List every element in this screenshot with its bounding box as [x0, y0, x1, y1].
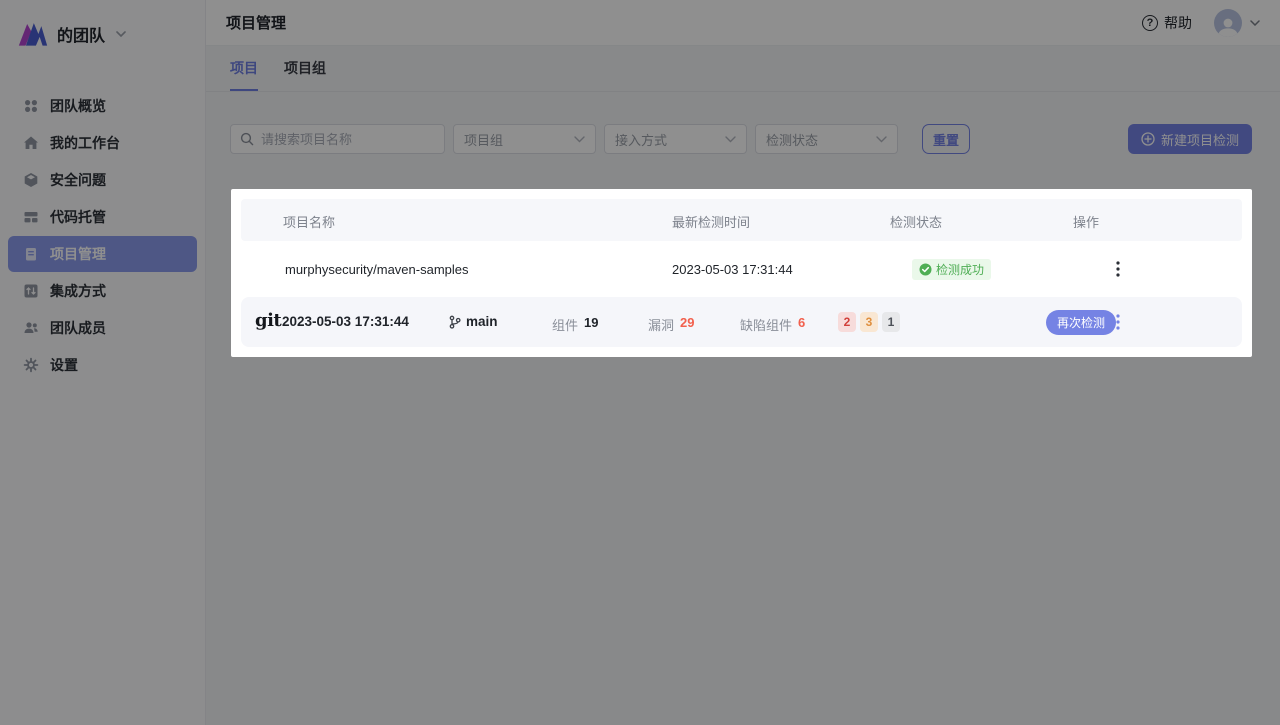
sidebar-item-team-overview[interactable]: 团队概览	[8, 88, 197, 124]
table-header: 项目名称 最新检测时间 检测状态 操作	[241, 199, 1242, 241]
home-icon	[23, 135, 39, 151]
plus-circle-icon	[1141, 132, 1155, 146]
column-actions: 操作	[1073, 212, 1099, 231]
topbar: 项目管理 ? 帮助	[206, 0, 1280, 46]
sidebar-item-label: 团队成员	[50, 318, 106, 338]
topbar-right: ? 帮助	[1142, 9, 1260, 37]
sidebar-item-label: 团队概览	[50, 96, 106, 116]
filter-bar: 项目组 接入方式 检测状态 重置	[230, 124, 1252, 154]
detail-more-actions-icon[interactable]	[1107, 310, 1129, 334]
detail-detection-time: 2023-05-03 17:31:44	[282, 314, 409, 329]
column-detection-status: 检测状态	[890, 212, 942, 231]
status-badge: 检测成功	[912, 259, 991, 280]
severity-badges: 2 3 1	[838, 312, 900, 332]
severity-critical-badge: 2	[838, 312, 856, 332]
table-row[interactable]: murphysecurity/maven-samples 2023-05-03 …	[241, 241, 1242, 297]
chevron-down-icon[interactable]	[1250, 20, 1260, 26]
sidebar-item-team-members[interactable]: 团队成员	[8, 310, 197, 346]
column-latest-detection-time: 最新检测时间	[672, 212, 750, 231]
git-branch-icon	[448, 315, 461, 329]
status-label: 检测成功	[936, 261, 984, 278]
project-search[interactable]	[230, 124, 445, 154]
sidebar: 的团队 团队概览 我的工作台 安全问题	[0, 0, 206, 725]
users-icon	[23, 320, 39, 336]
access-method-select[interactable]: 接入方式	[604, 124, 747, 154]
vulnerabilities-stat: 漏洞 29	[648, 315, 694, 334]
tab-bar: 项目 项目组	[206, 46, 1280, 92]
sidebar-item-label: 集成方式	[50, 281, 106, 301]
sidebar-item-label: 设置	[50, 355, 78, 375]
search-input[interactable]	[261, 132, 435, 147]
branch: main	[448, 314, 498, 329]
layout-icon	[23, 209, 39, 225]
team-switcher[interactable]: 的团队	[0, 0, 205, 48]
grid-icon	[23, 98, 39, 114]
detection-status-select[interactable]: 检测状态	[755, 124, 898, 154]
chevron-down-icon	[876, 136, 887, 143]
chevron-down-icon	[116, 31, 126, 37]
new-detection-label: 新建项目检测	[1161, 130, 1239, 149]
sidebar-nav: 团队概览 我的工作台 安全问题 代码托管	[0, 88, 205, 383]
avatar[interactable]	[1214, 9, 1242, 37]
chevron-down-icon	[574, 136, 585, 143]
branch-name: main	[466, 314, 498, 329]
select-value: 接入方式	[615, 130, 667, 149]
column-project-name: 项目名称	[283, 212, 335, 231]
gear-icon	[23, 357, 39, 373]
defective-components-stat: 缺陷组件 6	[740, 315, 805, 334]
reset-button[interactable]: 重置	[922, 124, 970, 154]
tab-project-groups[interactable]: 项目组	[284, 46, 326, 91]
sidebar-item-settings[interactable]: 设置	[8, 347, 197, 383]
components-stat: 组件 19	[552, 315, 598, 334]
tab-projects[interactable]: 项目	[230, 46, 258, 91]
sidebar-item-project-management[interactable]: 项目管理	[8, 236, 197, 272]
sort-arrows-icon	[23, 283, 39, 299]
page-title: 项目管理	[226, 12, 286, 33]
help-button[interactable]: ? 帮助	[1142, 13, 1192, 33]
chevron-down-icon	[725, 136, 736, 143]
main-content: 项目 项目组 项目组 接入方式	[206, 46, 1280, 725]
sidebar-item-integration[interactable]: 集成方式	[8, 273, 197, 309]
sidebar-item-label: 代码托管	[50, 207, 106, 227]
select-value: 检测状态	[766, 130, 818, 149]
detection-time: 2023-05-03 17:31:44	[672, 262, 793, 277]
murphysec-logo	[18, 20, 48, 48]
sidebar-item-label: 安全问题	[50, 170, 106, 190]
severity-high-badge: 3	[860, 312, 878, 332]
cube-icon	[23, 172, 39, 188]
project-group-select[interactable]: 项目组	[453, 124, 596, 154]
project-name: murphysecurity/maven-samples	[285, 262, 469, 277]
help-label: 帮助	[1164, 13, 1192, 33]
app-root: 的团队 团队概览 我的工作台 安全问题	[0, 0, 1280, 725]
question-circle-icon: ?	[1142, 15, 1158, 31]
search-icon	[240, 132, 254, 146]
project-table: 项目名称 最新检测时间 检测状态 操作 murphysecurity/maven…	[231, 189, 1252, 357]
git-source-label: git	[255, 310, 281, 331]
sidebar-item-label: 我的工作台	[50, 133, 120, 153]
check-circle-icon	[919, 263, 932, 276]
team-name: 的团队	[57, 22, 105, 46]
sidebar-item-label: 项目管理	[50, 244, 106, 264]
severity-low-badge: 1	[882, 312, 900, 332]
detection-detail-row[interactable]: git 2023-05-03 17:31:44 main 组件 19 漏洞 29	[241, 297, 1242, 347]
select-value: 项目组	[464, 130, 503, 149]
clipboard-icon	[23, 246, 39, 262]
sidebar-item-code-hosting[interactable]: 代码托管	[8, 199, 197, 235]
row-more-actions-icon[interactable]	[1107, 257, 1129, 281]
sidebar-item-my-workbench[interactable]: 我的工作台	[8, 125, 197, 161]
rescan-button[interactable]: 再次检测	[1046, 310, 1116, 335]
sidebar-item-security-issues[interactable]: 安全问题	[8, 162, 197, 198]
new-detection-button[interactable]: 新建项目检测	[1128, 124, 1252, 154]
